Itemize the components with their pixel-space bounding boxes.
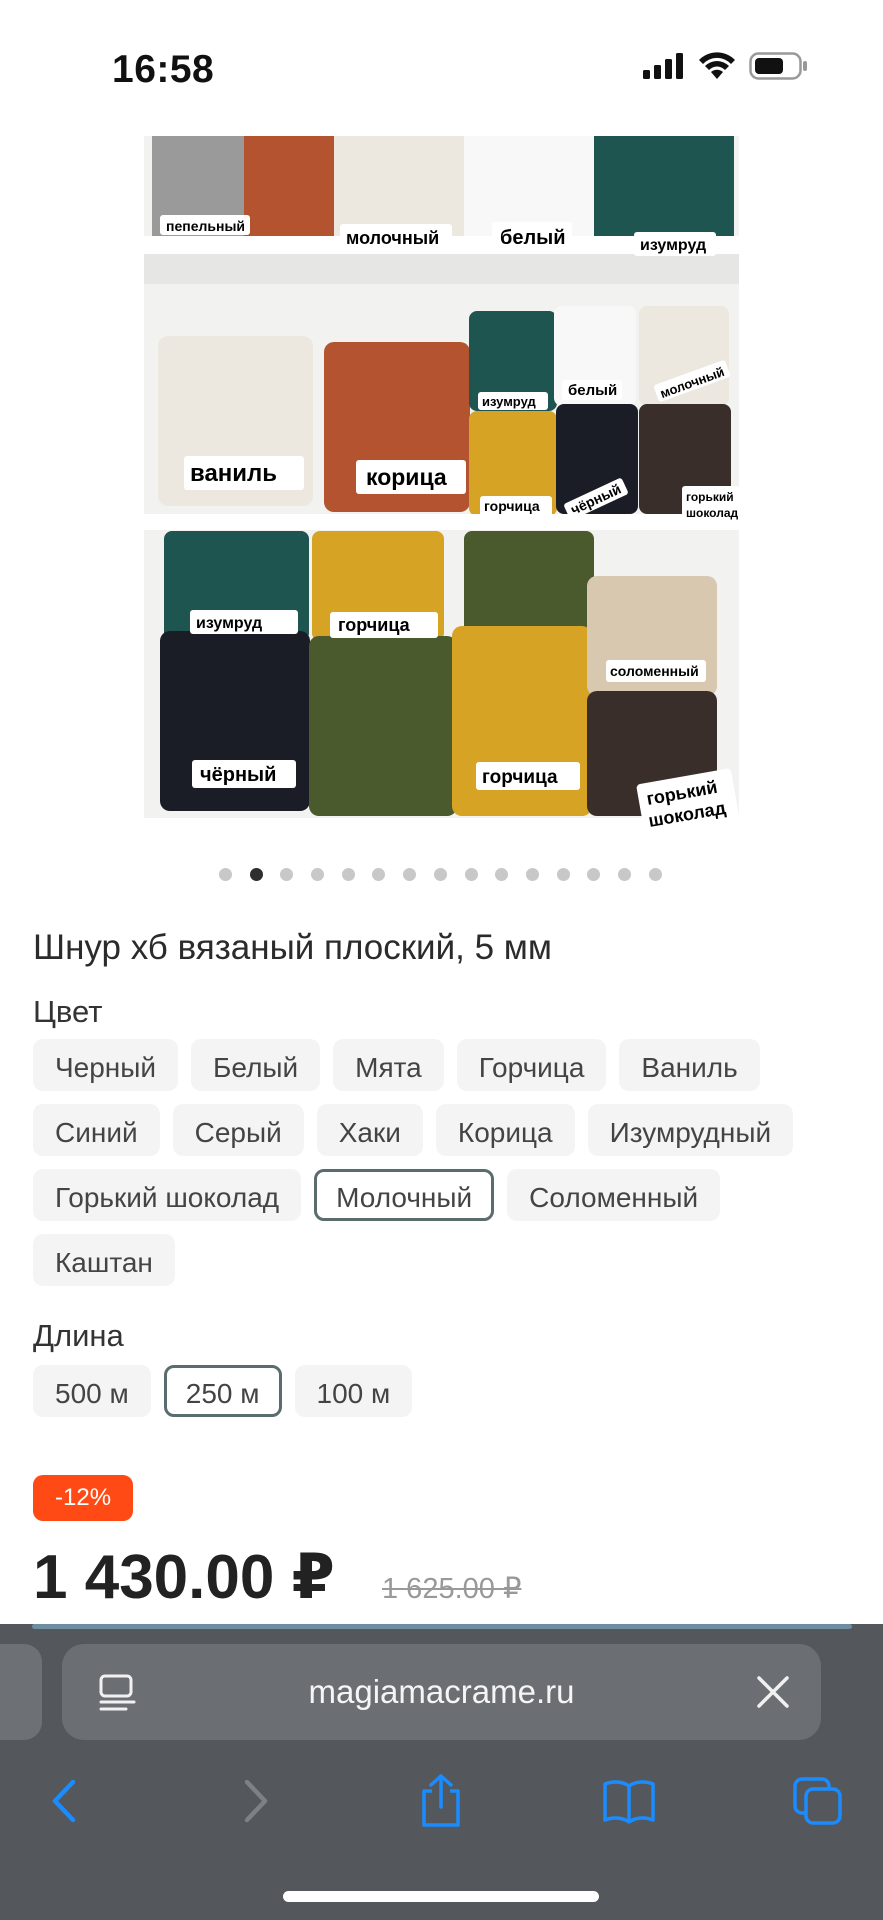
image-label: изумруд (196, 615, 262, 632)
image-label: шоколад (686, 506, 739, 520)
discount-badge: -12% (33, 1475, 134, 1521)
image-label: пепельный (166, 218, 245, 234)
pager-dot[interactable] (249, 868, 263, 881)
chevron-left-icon (52, 1779, 76, 1823)
image-label: белый (500, 227, 566, 249)
forward-button[interactable] (226, 1766, 286, 1836)
image-label: горчица (482, 767, 558, 788)
status-time: 16:58 (112, 48, 215, 91)
image-label: горчица (484, 498, 540, 514)
pager-dot[interactable] (403, 868, 417, 881)
status-bar: 16:58 (0, 0, 883, 140)
color-section-label: Цвет (33, 994, 103, 1029)
color-option-chip[interactable]: Ваниль (619, 1039, 760, 1091)
length-section-label: Длина (33, 1318, 124, 1353)
old-price: 1 625.00 ₽ (382, 1573, 522, 1605)
chevron-right-icon (244, 1779, 268, 1823)
color-option-chip[interactable]: Белый (191, 1039, 321, 1091)
color-option-chip[interactable]: Соломенный (507, 1169, 721, 1221)
previous-tab-peek[interactable] (0, 1644, 42, 1740)
pager-dot[interactable] (372, 868, 386, 881)
length-option-chip[interactable]: 100 м (294, 1365, 413, 1417)
share-button[interactable] (411, 1766, 471, 1836)
share-icon (422, 1774, 460, 1827)
wifi-icon (699, 52, 735, 79)
product-title: Шнур хб вязаный плоский, 5 мм (33, 928, 552, 967)
image-label: корица (366, 464, 447, 490)
pager-dot[interactable] (280, 868, 294, 881)
image-label: молочный (346, 228, 439, 248)
length-options: 500 м 250 м 100 м (33, 1365, 853, 1417)
price: 1 430.00 ₽ (33, 1543, 335, 1612)
image-label: белый (568, 382, 617, 399)
image-label: ваниль (190, 460, 277, 487)
image-label: изумруд (640, 237, 706, 254)
status-icons (643, 52, 807, 80)
product-image[interactable]: пепельный молочный белый изумруд ваниль … (144, 136, 739, 844)
color-option-chip[interactable]: Каштан (33, 1234, 175, 1286)
home-indicator (283, 1891, 599, 1902)
color-option-chip[interactable]: Хаки (316, 1104, 423, 1156)
back-button[interactable] (34, 1766, 94, 1836)
length-option-chip[interactable]: 250 м (163, 1365, 282, 1417)
book-icon (603, 1780, 655, 1824)
address-bar[interactable]: magiamacrame.ru (62, 1644, 821, 1740)
pager-dot[interactable] (341, 868, 355, 881)
pager-dot[interactable] (495, 868, 509, 881)
close-icon[interactable] (755, 1674, 791, 1710)
pager-dot[interactable] (556, 868, 570, 881)
color-option-chip[interactable]: Горький шоколад (33, 1169, 302, 1221)
pager-dot[interactable] (617, 868, 631, 881)
battery-icon (749, 52, 807, 80)
pager-dot[interactable] (587, 868, 601, 881)
browser-bottom-bar: magiamacrame.ru (0, 1624, 883, 1920)
cellular-signal-icon (643, 53, 683, 79)
pager-dot[interactable] (311, 868, 325, 881)
color-option-chip[interactable]: Черный (33, 1039, 179, 1091)
color-option-chip[interactable]: Мята (333, 1039, 444, 1091)
image-label: горький (686, 490, 734, 504)
tabs-icon (793, 1777, 842, 1825)
page-peek-line (32, 1624, 852, 1629)
color-option-chip[interactable]: Синий (33, 1104, 160, 1156)
pager-dot[interactable] (219, 868, 232, 881)
bookmarks-button[interactable] (599, 1766, 659, 1836)
image-label: соломенный (610, 663, 699, 679)
browser-toolbar (0, 1766, 883, 1846)
pager-dot[interactable] (464, 868, 478, 881)
image-label: горчица (338, 615, 411, 635)
color-option-chip[interactable]: Корица (435, 1104, 575, 1156)
pager-dot[interactable] (525, 868, 539, 881)
url-text[interactable]: magiamacrame.ru (62, 1644, 821, 1740)
color-option-chip[interactable]: Серый (172, 1104, 304, 1156)
pager-dot[interactable] (648, 868, 662, 881)
image-label: изумруд (482, 394, 536, 409)
image-pager[interactable] (0, 868, 883, 881)
tabs-button[interactable] (788, 1766, 848, 1836)
color-option-chip[interactable]: Горчица (456, 1039, 607, 1091)
color-option-chip[interactable]: Молочный (314, 1169, 495, 1221)
length-option-chip[interactable]: 500 м (33, 1365, 151, 1417)
image-label: чёрный (200, 764, 276, 786)
pager-dot[interactable] (433, 868, 447, 881)
color-options: Черный Белый Мята Горчица Ваниль Синий Серый Ха… (33, 1039, 853, 1286)
color-option-chip[interactable]: Изумрудный (587, 1104, 794, 1156)
